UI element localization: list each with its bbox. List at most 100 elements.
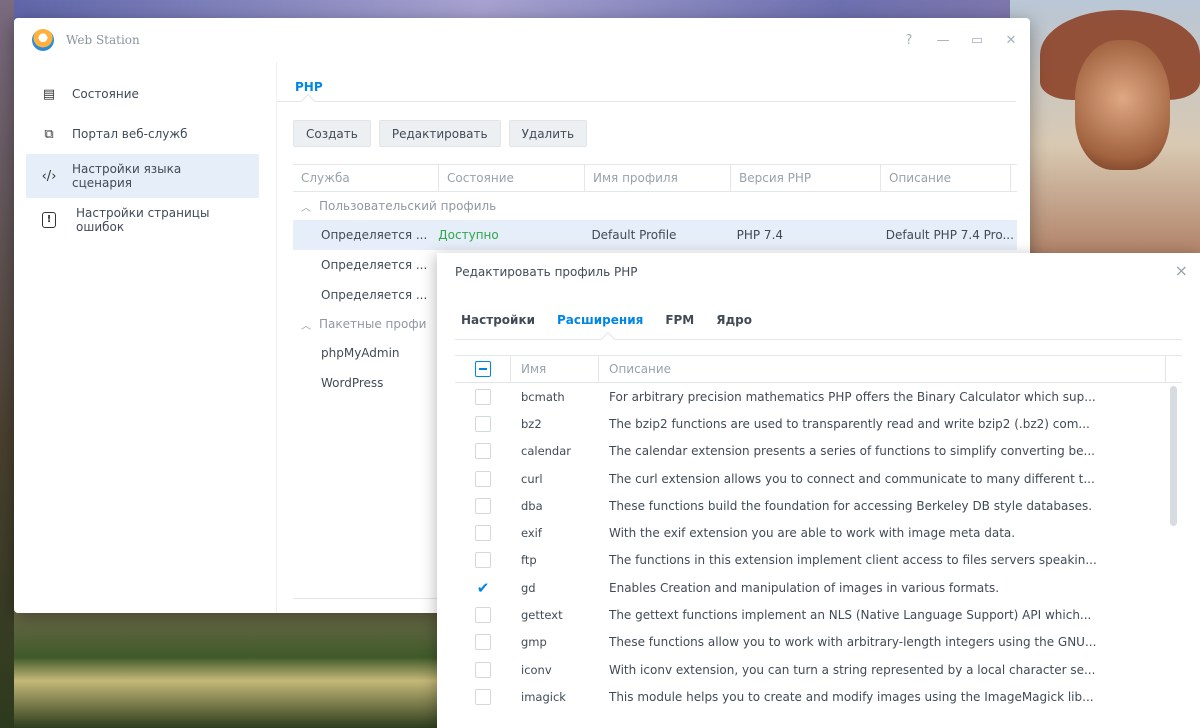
checkbox-cell	[455, 607, 511, 624]
wallpaper-figure-face	[1075, 40, 1170, 170]
table-row[interactable]: exif With the exif extension you are able…	[455, 519, 1182, 546]
table-row[interactable]: ✔ gd Enables Creation and manipulation of …	[455, 574, 1182, 601]
checkbox[interactable]	[475, 661, 491, 678]
dialog-tabs-divider	[455, 339, 1182, 340]
cell-extension-name: gettext	[521, 608, 563, 623]
checked-checkbox[interactable]: ✔	[475, 579, 491, 596]
sidebar-item-label: Настройки страницы ошибок	[76, 206, 210, 234]
sidebar-item-status[interactable]: ▤ Состояние	[14, 74, 259, 114]
checkbox[interactable]	[475, 525, 491, 542]
dialog-close-icon[interactable]: ×	[1175, 261, 1188, 280]
group-label: Пользовательский профиль	[319, 199, 497, 213]
window-titlebar[interactable]: Web Station ? — ▭ ✕	[14, 18, 1030, 62]
window-controls: ? — ▭ ✕	[902, 33, 1018, 48]
cell-service: Определяется ...	[321, 228, 428, 242]
column-header-name[interactable]: Имя	[511, 356, 599, 382]
checkbox[interactable]	[475, 497, 491, 514]
checkbox-cell	[455, 661, 511, 678]
extensions-scrollbar[interactable]	[1170, 386, 1177, 526]
cell-service: phpMyAdmin	[321, 346, 400, 360]
checkbox-cell	[455, 688, 511, 705]
wallpaper-landscape	[0, 610, 440, 728]
cell-extension-name: imagick	[521, 689, 566, 704]
code-icon: ‹/›	[41, 168, 57, 184]
minimize-icon[interactable]: —	[936, 33, 950, 48]
tab-php[interactable]: PHP	[295, 80, 323, 94]
column-header-description[interactable]: Описание	[881, 165, 1011, 191]
checkbox[interactable]	[475, 443, 491, 460]
extensions-rows: bcmath For arbitrary precision mathematic…	[455, 383, 1182, 711]
table-row[interactable]: curl The curl extension allows you to con…	[455, 465, 1182, 492]
table-row[interactable]: ftp The functions in this extension imple…	[455, 547, 1182, 574]
maximize-icon[interactable]: ▭	[970, 33, 984, 48]
column-header-profile[interactable]: Имя профиля	[585, 165, 731, 191]
delete-button[interactable]: Удалить	[508, 120, 588, 147]
table-row[interactable]: dba These functions build the foundation …	[455, 492, 1182, 519]
cell-extension-name: gd	[521, 580, 536, 595]
dialog-title: Редактировать профиль PHP	[455, 265, 638, 279]
cell-extension-name: bcmath	[521, 389, 565, 404]
column-header-description[interactable]: Описание	[599, 356, 1166, 382]
table-row[interactable]: gettext The gettext functions implement a…	[455, 601, 1182, 628]
select-all-checkbox[interactable]	[474, 361, 491, 377]
cell-extension-description: These functions build the foundation for…	[609, 498, 1093, 513]
column-header-status[interactable]: Состояние	[439, 165, 585, 191]
main-tabbar: PHP	[277, 62, 1016, 109]
sidebar-item-error-page[interactable]: ! Настройки страницы ошибок	[14, 198, 259, 242]
cell-extension-name: ftp	[521, 553, 537, 568]
cell-extension-description: These functions allow you to work with a…	[609, 635, 1097, 650]
cell-extension-description: The gettext functions implement an NLS (…	[609, 608, 1092, 623]
group-row-custom[interactable]: ︿ Пользовательский профиль	[293, 192, 1017, 220]
cell-status: Доступно	[438, 228, 499, 242]
close-icon[interactable]: ✕	[1004, 33, 1018, 48]
table-row[interactable]: Определяется ... Доступно Default Profil…	[293, 220, 1017, 250]
cell-version: PHP 7.4	[736, 228, 784, 242]
checkbox-cell	[455, 525, 511, 542]
table-row[interactable]: gmp These functions allow you to work wit…	[455, 629, 1182, 656]
checkbox[interactable]	[475, 552, 491, 569]
sidebar-item-portal[interactable]: ⧉ Портал веб-служб	[14, 114, 259, 154]
chevron-up-icon[interactable]: ︿	[301, 317, 311, 332]
cell-extension-name: curl	[521, 471, 543, 486]
checkbox[interactable]	[475, 634, 491, 651]
checkbox[interactable]	[475, 688, 491, 705]
edit-button[interactable]: Редактировать	[378, 120, 501, 147]
cell-extension-description: The curl extension allows you to connect…	[609, 471, 1095, 486]
table-row[interactable]: iconv With iconv extension, you can turn …	[455, 656, 1182, 683]
table-row[interactable]: bz2 The bzip2 functions are used to trans…	[455, 410, 1182, 437]
cell-service: Определяется ...	[321, 288, 428, 302]
cell-extension-name: iconv	[521, 662, 552, 677]
cell-extension-name: gmp	[521, 635, 547, 650]
column-header-version[interactable]: Версия PHP	[731, 165, 881, 191]
sidebar-item-script-language[interactable]: ‹/› Настройки языка сценария	[26, 154, 259, 198]
table-row[interactable]: calendar The calendar extension presents …	[455, 438, 1182, 465]
help-icon[interactable]: ?	[902, 33, 916, 48]
checkbox-cell	[455, 443, 511, 460]
cell-extension-description: With the exif extension you are able to …	[609, 526, 1016, 541]
create-button[interactable]: Создать	[293, 120, 371, 147]
chevron-up-icon[interactable]: ︿	[301, 199, 311, 214]
checkbox-cell: ✔	[455, 579, 511, 596]
table-header: Служба Состояние Имя профиля Версия PHP …	[293, 164, 1017, 192]
checkbox[interactable]	[475, 470, 491, 487]
cell-extension-description: The functions in this extension implemen…	[609, 553, 1097, 568]
cell-profile: Default Profile	[591, 228, 677, 242]
status-icon: ▤	[42, 86, 56, 102]
window-title: Web Station	[66, 33, 140, 47]
cell-extension-name: calendar	[521, 444, 572, 459]
toolbar: Создать Редактировать Удалить	[277, 102, 1016, 164]
sidebar-item-label: Состояние	[72, 87, 139, 101]
checkbox[interactable]	[475, 607, 491, 624]
table-row[interactable]: imagick This module helps you to create a…	[455, 683, 1182, 710]
checkbox-cell	[455, 388, 511, 405]
group-label: Пакетные профи	[319, 317, 427, 331]
sidebar: ▤ Состояние ⧉ Портал веб-служб ‹/› Настр…	[14, 74, 259, 242]
checkbox[interactable]	[475, 415, 491, 432]
cell-extension-description: For arbitrary precision mathematics PHP …	[609, 389, 1096, 404]
column-header-service[interactable]: Служба	[293, 165, 439, 191]
cell-service: Определяется ...	[321, 258, 428, 272]
portal-icon: ⧉	[44, 126, 54, 142]
checkbox-cell	[455, 552, 511, 569]
table-row[interactable]: bcmath For arbitrary precision mathematic…	[455, 383, 1182, 410]
checkbox[interactable]	[475, 388, 491, 405]
